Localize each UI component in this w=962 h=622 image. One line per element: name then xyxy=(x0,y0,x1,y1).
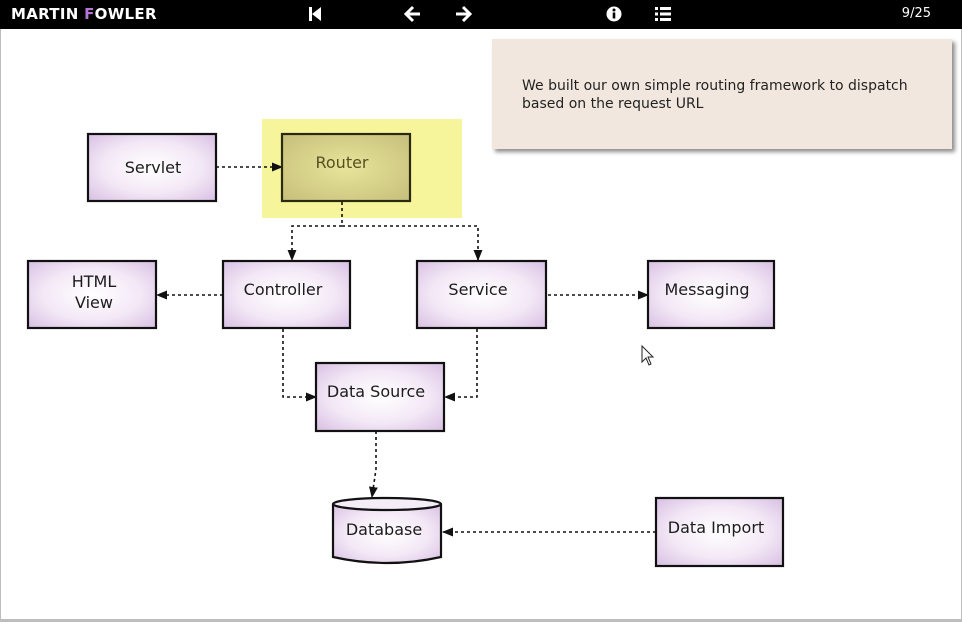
data-import-node: Data Import xyxy=(654,496,785,568)
logo-text-first: MARTIN xyxy=(11,5,85,23)
database-node: Database xyxy=(331,496,443,565)
router-node: Router xyxy=(280,132,412,203)
arrow-right-icon xyxy=(456,5,473,23)
slide-list-button[interactable] xyxy=(652,4,674,24)
servlet-node: Servlet xyxy=(86,132,218,203)
logo-text-rest: OWLER xyxy=(94,5,157,23)
controller-label: Controller xyxy=(244,280,323,299)
messaging-label: Messaging xyxy=(664,280,749,299)
controller-to-data-source-arrow xyxy=(282,329,318,402)
router-to-service-arrow xyxy=(342,225,483,262)
info-button[interactable] xyxy=(603,4,625,24)
messaging-node: Messaging xyxy=(646,259,776,330)
service-node: Service xyxy=(415,259,548,330)
router-label: Router xyxy=(315,153,368,172)
mouse-cursor-icon xyxy=(641,345,655,366)
data-source-node: Data Source xyxy=(314,361,446,433)
html-view-node: HTML View xyxy=(26,259,158,330)
service-to-data-source-arrow xyxy=(443,329,478,402)
service-label: Service xyxy=(448,280,507,299)
previous-slide-button[interactable] xyxy=(402,4,424,24)
slide-stage: Servlet Router HTML View Controller Serv… xyxy=(0,29,962,622)
html-view-label-line1: HTML xyxy=(72,272,117,291)
speaker-note-text: We built our own simple routing framewor… xyxy=(522,78,908,112)
database-label: Database xyxy=(346,520,422,539)
list-icon xyxy=(655,7,671,21)
controller-node: Controller xyxy=(221,259,352,330)
page-counter: 9/25 xyxy=(901,6,931,21)
top-nav-bar: MARTIN FOWLER 9/25 xyxy=(0,0,962,29)
site-logo[interactable]: MARTIN FOWLER xyxy=(11,5,157,23)
data-source-label: Data Source xyxy=(327,382,425,401)
next-slide-button[interactable] xyxy=(452,4,474,24)
skip-to-first-icon xyxy=(309,7,321,21)
connectors xyxy=(155,162,656,537)
info-icon xyxy=(606,6,622,22)
servlet-label: Servlet xyxy=(125,158,182,177)
arrow-left-icon xyxy=(403,5,420,23)
first-slide-button[interactable] xyxy=(304,4,326,24)
data-import-label: Data Import xyxy=(668,518,764,537)
data-source-to-database-arrow xyxy=(368,431,378,499)
speaker-note: We built our own simple routing framewor… xyxy=(492,39,952,149)
html-view-label-line2: View xyxy=(75,293,113,312)
logo-text-accent: F xyxy=(84,5,95,23)
